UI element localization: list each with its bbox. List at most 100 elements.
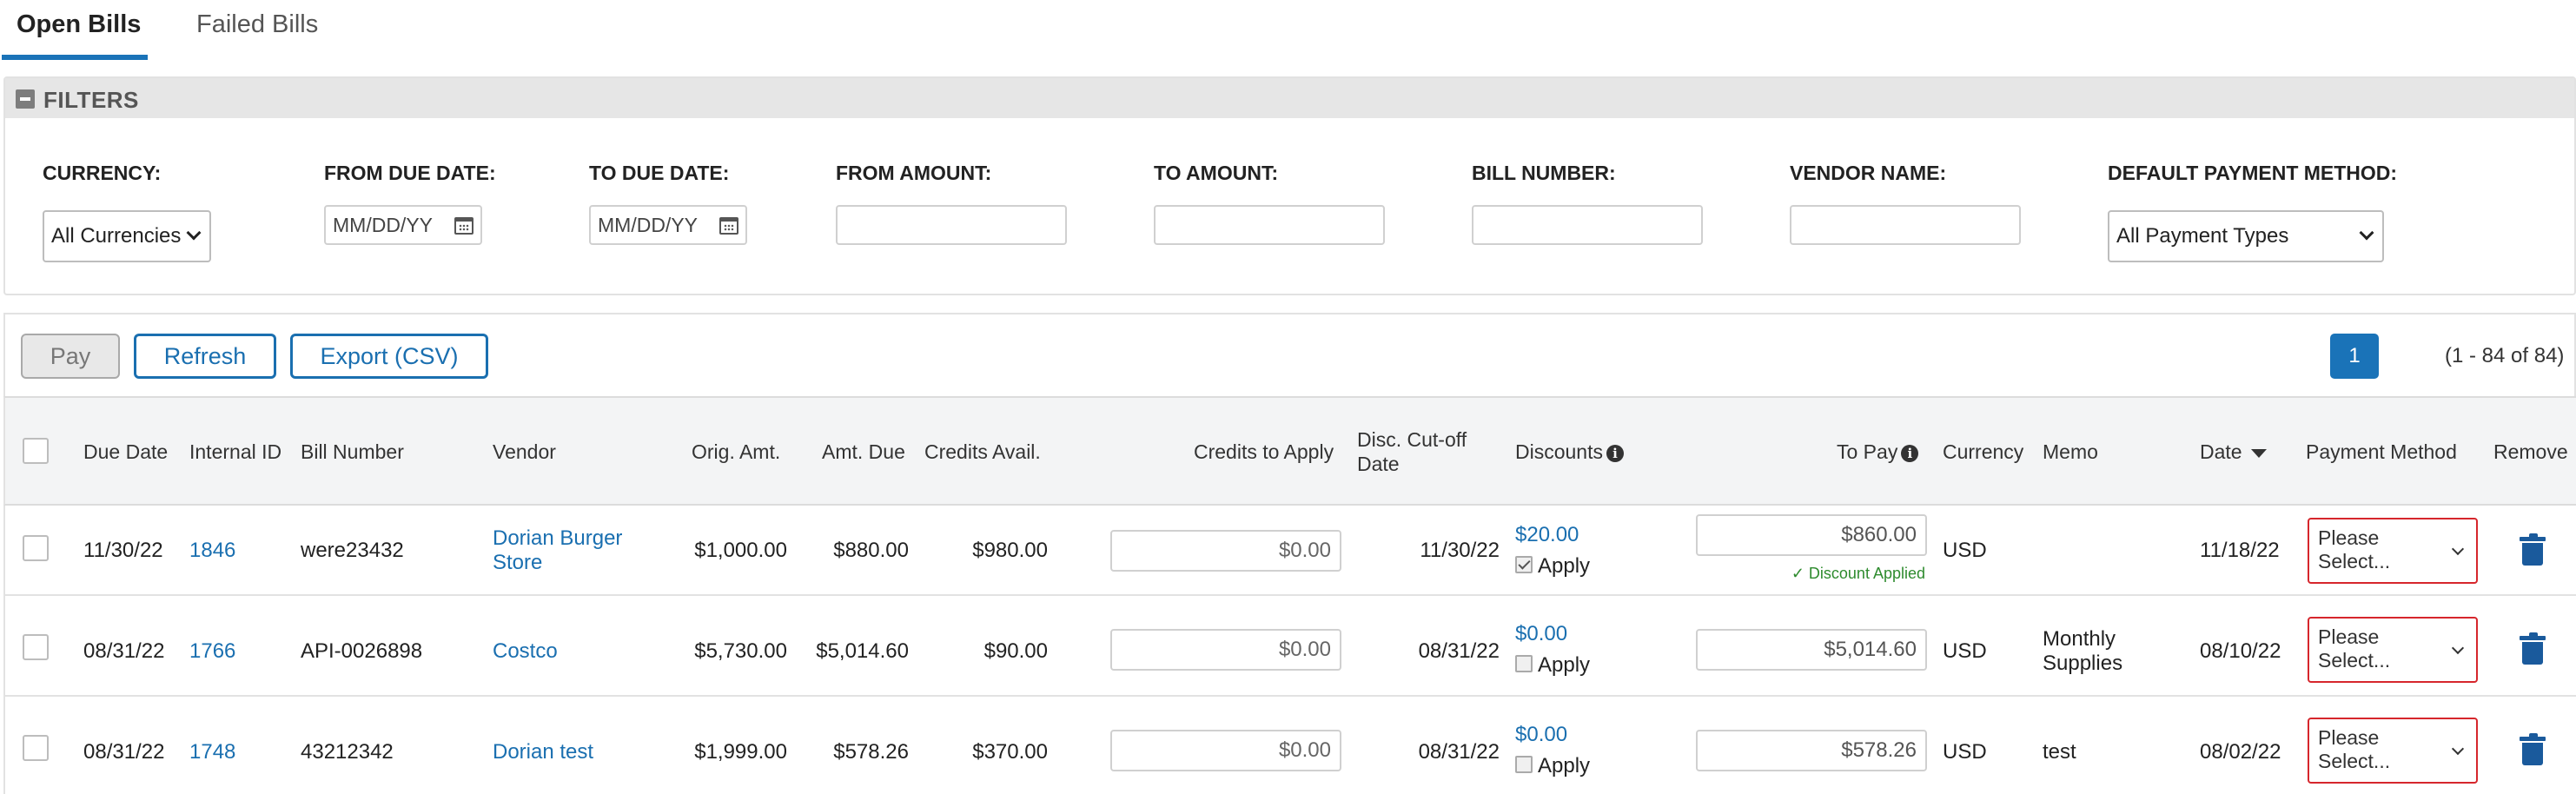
filters-header[interactable]: FILTERS <box>5 78 2574 118</box>
to-pay-input[interactable]: $578.26 <box>1696 730 1927 771</box>
apply-label: Apply <box>1538 653 1591 677</box>
vendor-line1: Dorian Burger <box>493 526 623 550</box>
bill-number-cell: 43212342 <box>301 740 394 764</box>
credits-avail-cell: $370.00 <box>972 740 1048 764</box>
bill-number-label: BILL NUMBER: <box>1472 162 1616 184</box>
credits-to-apply-input[interactable]: $0.00 <box>1110 530 1341 572</box>
refresh-button[interactable]: Refresh <box>134 334 276 379</box>
calendar-icon[interactable] <box>454 217 473 235</box>
amt-due-cell: $880.00 <box>833 539 909 562</box>
to-due-date-label: TO DUE DATE: <box>589 162 730 184</box>
bill-number-input[interactable] <box>1472 205 1703 245</box>
internal-id-link[interactable]: 1846 <box>189 539 235 563</box>
col-date[interactable]: Date <box>2200 440 2267 464</box>
trash-icon[interactable] <box>2520 632 2546 665</box>
apply-discount-checkbox[interactable] <box>1515 756 1533 773</box>
chevron-down-icon <box>2359 225 2374 241</box>
col-memo[interactable]: Memo <box>2043 440 2098 464</box>
payment-method-line2: Select... <box>2318 750 2391 772</box>
to-pay-input[interactable]: $860.00 <box>1696 514 1927 556</box>
trash-icon[interactable] <box>2520 533 2546 566</box>
payment-method-line1: Please <box>2318 625 2380 648</box>
date-cell: 08/02/22 <box>2200 740 2281 764</box>
calendar-icon[interactable] <box>719 217 738 235</box>
table-row: 08/31/22 1748 43212342 Dorian test $1,99… <box>3 697 2576 794</box>
col-credits-avail[interactable]: Credits Avail. <box>924 440 1041 464</box>
apply-label: Apply <box>1538 754 1591 777</box>
discount-amount[interactable]: $0.00 <box>1515 622 1567 646</box>
currency-cell: USD <box>1943 740 1987 764</box>
disc-cutoff-cell: 08/31/22 <box>1418 639 1500 663</box>
col-bill-number[interactable]: Bill Number <box>301 440 404 464</box>
from-due-date-input[interactable]: MM/DD/YY <box>324 205 482 245</box>
memo-cell: test <box>2043 740 2076 764</box>
payment-method-select[interactable]: Please Select... <box>2308 718 2478 784</box>
col-due-date[interactable]: Due Date <box>83 440 168 464</box>
discount-applied-note: ✓ Discount Applied <box>1791 565 1925 582</box>
apply-discount-checkbox[interactable] <box>1515 556 1533 573</box>
amt-due-cell: $5,014.60 <box>816 639 909 663</box>
col-amt-due[interactable]: Amt. Due <box>822 440 905 464</box>
orig-amt-cell: $1,000.00 <box>694 539 787 562</box>
trash-icon[interactable] <box>2520 733 2546 765</box>
page-number-button[interactable]: 1 <box>2330 334 2379 379</box>
currency-select[interactable]: All Currencies <box>43 210 211 262</box>
col-currency[interactable]: Currency <box>1943 440 2023 464</box>
to-amount-input[interactable] <box>1154 205 1385 245</box>
memo-line2: Supplies <box>2043 652 2123 675</box>
row-checkbox[interactable] <box>23 634 49 660</box>
payment-method-filter-select[interactable]: All Payment Types <box>2108 210 2384 262</box>
filters-panel: FILTERS CURRENCY: All Currencies FROM DU… <box>3 76 2576 295</box>
amt-due-cell: $578.26 <box>833 740 909 764</box>
apply-discount-checkbox[interactable] <box>1515 655 1533 672</box>
col-discounts-label: Discounts <box>1515 440 1603 463</box>
info-icon[interactable]: i <box>1901 444 1919 462</box>
discount-amount[interactable]: $20.00 <box>1515 523 1579 547</box>
vendor-line2: Store <box>493 551 543 574</box>
vendor-link[interactable]: Dorian test <box>493 740 593 764</box>
currency-cell: USD <box>1943 639 1987 663</box>
payment-method-filter-label: DEFAULT PAYMENT METHOD: <box>2108 162 2398 184</box>
col-orig-amt[interactable]: Orig. Amt. <box>692 440 780 464</box>
from-amount-input[interactable] <box>836 205 1067 245</box>
col-internal-id[interactable]: Internal ID <box>189 440 281 464</box>
pay-button[interactable]: Pay <box>21 334 120 379</box>
credits-to-apply-input[interactable]: $0.00 <box>1110 629 1341 671</box>
internal-id-link[interactable]: 1748 <box>189 740 235 764</box>
credits-to-apply-input[interactable]: $0.00 <box>1110 730 1341 771</box>
tab-open-bills[interactable]: Open Bills <box>17 10 141 39</box>
col-disc-cutoff[interactable]: Disc. Cut-off Date <box>1357 427 1467 476</box>
bill-number-cell: were23432 <box>301 539 404 562</box>
date-cell: 08/10/22 <box>2200 639 2281 663</box>
orig-amt-cell: $5,730.00 <box>694 639 787 663</box>
to-due-date-input[interactable]: MM/DD/YY <box>589 205 747 245</box>
to-pay-input[interactable]: $5,014.60 <box>1696 629 1927 671</box>
row-checkbox[interactable] <box>23 535 49 561</box>
col-payment-method[interactable]: Payment Method <box>2306 440 2457 464</box>
tab-failed-bills[interactable]: Failed Bills <box>196 10 318 39</box>
vendor-link[interactable]: Dorian Burger Store <box>493 526 622 575</box>
row-checkbox[interactable] <box>23 735 49 761</box>
export-csv-button[interactable]: Export (CSV) <box>290 334 488 379</box>
payment-method-line1: Please <box>2318 526 2380 549</box>
col-to-pay[interactable]: To Pay i <box>1837 440 1919 464</box>
col-vendor[interactable]: Vendor <box>493 440 556 464</box>
info-icon[interactable]: i <box>1606 444 1624 462</box>
col-credits-to-apply[interactable]: Credits to Apply <box>1194 440 1334 464</box>
col-to-pay-label: To Pay <box>1837 440 1898 463</box>
bill-number-cell: API-0026898 <box>301 639 423 663</box>
memo-cell: Monthly Supplies <box>2043 627 2122 676</box>
filters-title: FILTERS <box>43 87 139 113</box>
vendor-name-input[interactable] <box>1790 205 2021 245</box>
vendor-link[interactable]: Costco <box>493 639 558 664</box>
credits-avail-cell: $90.00 <box>983 639 1048 663</box>
payment-method-select[interactable]: Please Select... <box>2308 518 2478 584</box>
internal-id-link[interactable]: 1766 <box>189 639 235 664</box>
collapse-icon[interactable] <box>16 89 35 109</box>
discount-amount[interactable]: $0.00 <box>1515 723 1567 747</box>
payment-method-line1: Please <box>2318 726 2380 749</box>
payment-method-select[interactable]: Please Select... <box>2308 617 2478 683</box>
select-all-checkbox[interactable] <box>23 438 49 464</box>
table-header: Due Date Internal ID Bill Number Vendor … <box>3 396 2576 506</box>
col-discounts[interactable]: Discounts i <box>1515 440 1624 464</box>
